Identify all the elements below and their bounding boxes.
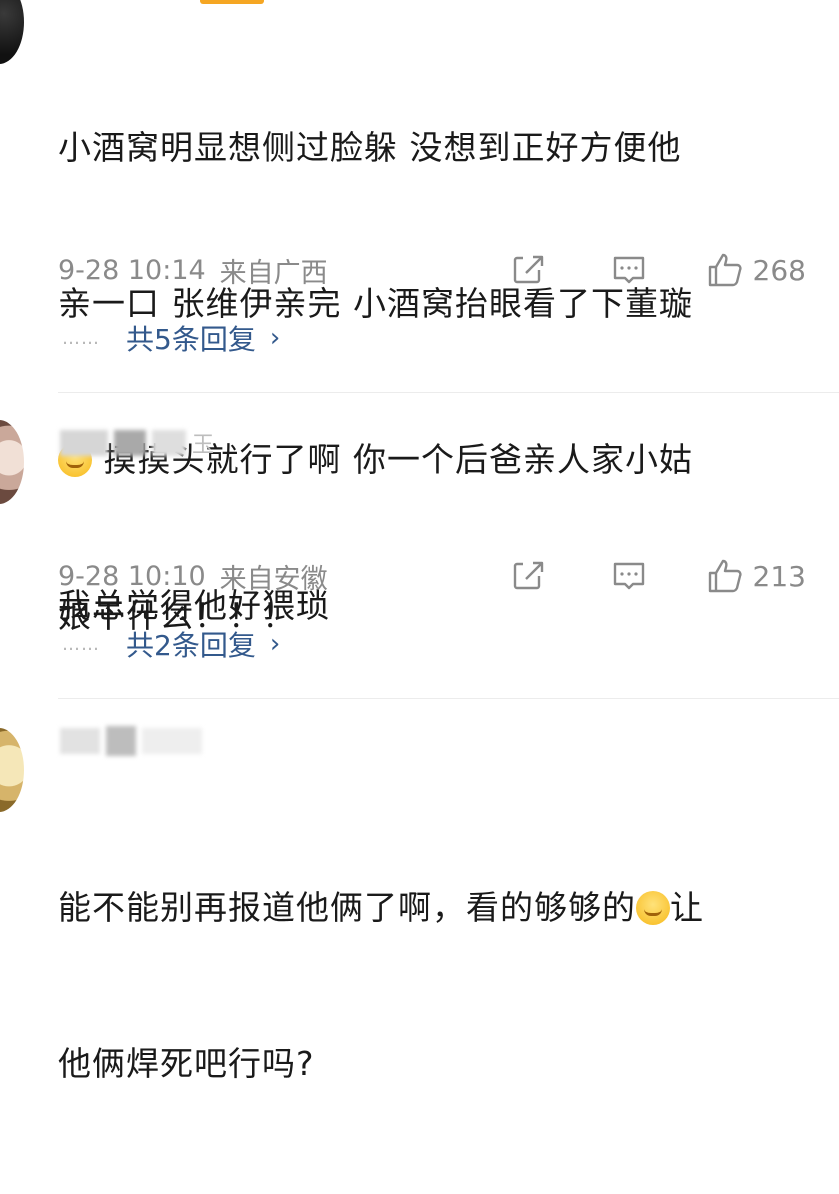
thumbs-up-icon (708, 253, 742, 287)
username-visible: 玉 (192, 433, 215, 458)
comment-meta: 9-28 10:14 来自广西 268 (58, 248, 828, 292)
comment-text-line: 小酒窝明显想侧过脸躲 没想到正好方便他 (58, 128, 682, 167)
share-icon (513, 252, 547, 284)
comment-location: 来自安徽 (219, 563, 328, 595)
comment-time: 9-28 10:14 (58, 254, 206, 286)
comment-text-fragment: 让 (670, 888, 704, 927)
comment-location: 来自广西 (219, 257, 328, 289)
chevron-right-icon: › (269, 323, 281, 353)
view-replies-link[interactable]: …… 共5条回复 › (62, 318, 280, 358)
blurred-name (142, 728, 202, 754)
replies-count-label: 共2条回复 (126, 629, 256, 662)
share-button[interactable] (511, 252, 547, 288)
like-button[interactable]: 213 (707, 558, 806, 594)
chevron-right-icon: › (269, 629, 281, 659)
comment-icon (613, 256, 644, 284)
comment-actions: 213 (511, 554, 806, 598)
comment-username[interactable]: 玉 (60, 430, 215, 458)
like-count: 268 (752, 253, 806, 287)
like-button[interactable]: 268 (707, 252, 806, 288)
blurred-name (114, 430, 146, 456)
comment-actions: 268 (511, 248, 806, 292)
avatar[interactable] (0, 420, 24, 504)
comment-button[interactable] (611, 558, 647, 594)
comment-username[interactable] (60, 726, 202, 756)
blurred-name (106, 726, 136, 756)
avatar[interactable] (0, 0, 24, 64)
comment-time: 9-28 10:10 (58, 560, 206, 592)
blurred-name (152, 430, 186, 456)
comment-text-line: 他俩焊死吧行吗? (58, 1044, 315, 1083)
comment-text: 能不能别再报道他俩了啊，看的够够的让 他俩焊死吧行吗? (58, 778, 828, 1194)
comment-text-fragment: 能不能别再报道他俩了啊，看的够够的 (58, 888, 636, 927)
avatar[interactable] (0, 728, 24, 812)
comment-icon (613, 562, 644, 590)
view-replies-link[interactable]: …… 共2条回复 › (62, 624, 280, 664)
replies-count-label: 共5条回复 (126, 323, 256, 356)
comment-meta: 9-28 10:10 来自安徽 213 (58, 554, 828, 598)
laugh-cry-emoji-icon (636, 891, 670, 925)
divider (58, 698, 839, 699)
blurred-name (60, 728, 100, 754)
share-button[interactable] (511, 558, 547, 594)
replies-dots: …… (62, 633, 100, 655)
divider (58, 392, 839, 393)
replies-dots: …… (62, 327, 100, 349)
top-accent-bar (200, 0, 264, 4)
blurred-name (60, 430, 108, 456)
comment-text-line: 能不能别再报道他俩了啊，看的够够的让 (58, 882, 828, 934)
like-count: 213 (752, 559, 806, 593)
thumbs-up-icon (708, 559, 742, 593)
share-icon (513, 558, 547, 590)
comment-button[interactable] (611, 252, 647, 288)
comment-text: 我总觉得他好猥琐 (58, 476, 828, 736)
